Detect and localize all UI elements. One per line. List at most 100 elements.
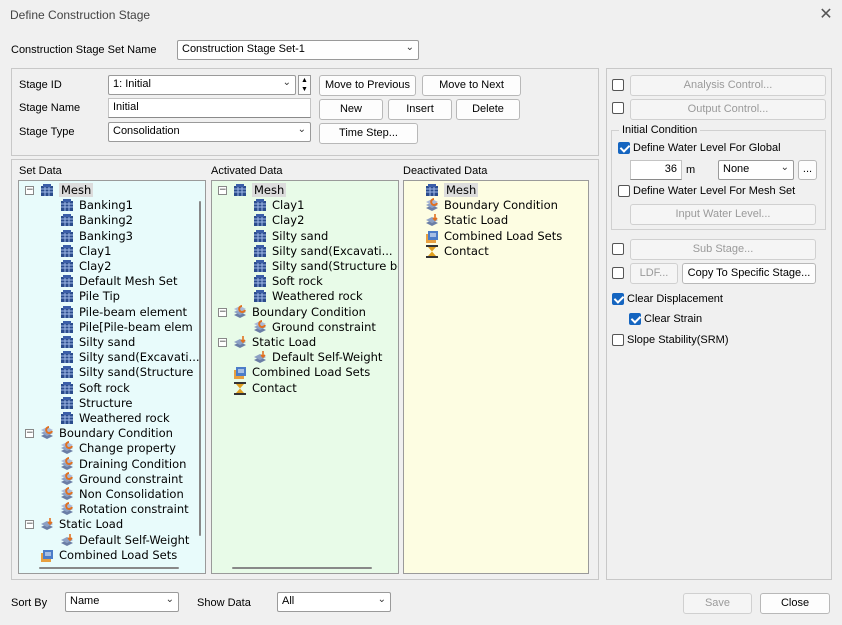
tree-item[interactable]: Banking2 (59, 213, 133, 228)
water-level-combo[interactable]: None ⌄ (718, 160, 794, 180)
define-water-global-checkbox[interactable] (618, 142, 630, 154)
tree-item[interactable]: Banking1 (59, 198, 133, 213)
tree-item[interactable]: Static Load (232, 335, 316, 350)
stage-id-combo[interactable]: 1: Initial ⌄ (108, 75, 296, 95)
tree-expander-icon[interactable]: − (25, 520, 34, 530)
horizontal-scrollbar[interactable] (232, 567, 372, 569)
spin-down-icon[interactable]: ▼ (299, 85, 310, 94)
output-control-checkbox[interactable] (612, 102, 624, 114)
new-button[interactable]: New (319, 99, 383, 120)
tree-item[interactable]: Ground constraint (59, 472, 183, 487)
tree-item[interactable]: Silty sand(Excavati... (252, 244, 393, 259)
stage-id-spinner[interactable]: ▲ ▼ (298, 75, 311, 95)
tree-item[interactable]: Default Self-Weight (252, 350, 382, 365)
tree-item[interactable]: Static Load (424, 213, 508, 228)
stage-type-combo[interactable]: Consolidation ⌄ (108, 122, 311, 142)
analysis-control-button[interactable]: Analysis Control... (630, 75, 826, 96)
close-button[interactable]: Close (760, 593, 830, 614)
tree-item[interactable]: Contact (424, 244, 489, 259)
sort-by-combo[interactable]: Name ⌄ (65, 592, 179, 612)
sub-stage-button[interactable]: Sub Stage... (630, 239, 816, 260)
tree-item[interactable]: Clay2 (252, 213, 304, 228)
sub-stage-checkbox[interactable] (612, 243, 624, 255)
tree-item[interactable]: Combined Load Sets (424, 229, 562, 244)
slope-stability-checkbox[interactable] (612, 334, 624, 346)
tree-item[interactable]: Pile-beam element (59, 305, 187, 320)
tree-item[interactable]: Banking3 (59, 229, 133, 244)
tree-item[interactable]: Silty sand (59, 335, 135, 350)
stage-set-combo[interactable]: Construction Stage Set-1 ⌄ (177, 40, 419, 60)
move-previous-button[interactable]: Move to Previous (319, 75, 416, 96)
tree-item[interactable]: Mesh (424, 183, 479, 198)
define-water-mesh-checkbox[interactable] (618, 185, 630, 197)
tree-item[interactable]: Boundary Condition (39, 426, 173, 441)
deactivated-data-tree[interactable]: Mesh Boundary Condition Static Load Combine… (403, 180, 589, 574)
save-button[interactable]: Save (683, 593, 752, 614)
tree-item[interactable]: Rotation constraint (59, 502, 189, 517)
insert-button[interactable]: Insert (388, 99, 452, 120)
move-next-button[interactable]: Move to Next (422, 75, 521, 96)
tree-item[interactable]: Weathered rock (252, 289, 363, 304)
input-water-level-button[interactable]: Input Water Level... (630, 204, 816, 225)
tree-item[interactable]: Clay1 (252, 198, 304, 213)
tree-item[interactable]: Silty sand (252, 229, 328, 244)
show-data-combo[interactable]: All ⌄ (277, 592, 391, 612)
tree-item[interactable]: Non Consolidation (59, 487, 184, 502)
tree-item[interactable]: Pile Tip (59, 289, 120, 304)
tree-item[interactable]: Silty sand(Structure bo (252, 259, 398, 274)
tree-item[interactable]: Change property (59, 441, 176, 456)
activated-data-tree[interactable]: − Mesh Clay1 Clay2 Silty sand Silty sand(Exca… (211, 180, 399, 574)
tree-item[interactable]: Boundary Condition (424, 198, 558, 213)
more-button[interactable]: ... (798, 160, 817, 180)
tree-item[interactable]: Boundary Condition (232, 305, 366, 320)
tree-item-label: Contact (444, 243, 489, 258)
tree-item[interactable]: Combined Load Sets (232, 365, 370, 380)
spin-up-icon[interactable]: ▲ (299, 76, 310, 85)
tree-item[interactable]: Mesh (232, 183, 287, 198)
tree-expander-icon[interactable]: − (25, 429, 34, 439)
tree-item[interactable]: Static Load (39, 517, 123, 532)
close-icon[interactable]: ✕ (816, 5, 836, 25)
chevron-down-icon: ⌄ (282, 77, 291, 88)
vertical-scrollbar[interactable] (199, 201, 201, 536)
clear-strain-checkbox[interactable] (629, 313, 641, 325)
tree-expander-icon[interactable]: − (218, 338, 227, 347)
output-control-button[interactable]: Output Control... (630, 99, 826, 120)
stage-name-field[interactable]: Initial (108, 98, 311, 118)
delete-button[interactable]: Delete (456, 99, 520, 120)
tree-item[interactable]: Clay2 (59, 259, 111, 274)
clear-displacement-checkbox[interactable] (612, 293, 624, 305)
boundary-icon (39, 426, 55, 441)
time-step-button[interactable]: Time Step... (319, 123, 418, 144)
analysis-control-checkbox[interactable] (612, 79, 624, 91)
mesh-icon (59, 320, 75, 335)
tree-item[interactable]: Silty sand(Excavati... (59, 350, 200, 365)
tree-expander-icon[interactable]: − (25, 186, 34, 195)
tree-item-label: Ground constraint (79, 471, 183, 486)
horizontal-scrollbar[interactable] (39, 567, 179, 569)
copy-specific-stage-button[interactable]: Copy To Specific Stage... (682, 263, 816, 284)
tree-item[interactable]: Clay1 (59, 244, 111, 259)
tree-item[interactable]: Draining Condition (59, 457, 186, 472)
chevron-down-icon: ⌄ (780, 162, 789, 173)
tree-item[interactable]: Pile[Pile-beam elem (59, 320, 193, 335)
tree-item[interactable]: Silty sand(Structure (59, 365, 193, 380)
tree-item[interactable]: Weathered rock (59, 411, 170, 426)
tree-item[interactable]: Soft rock (252, 274, 323, 289)
tree-expander-icon[interactable]: − (218, 186, 227, 195)
tree-item[interactable]: Mesh (39, 183, 94, 198)
set-data-tree[interactable]: − Mesh Banking1 Banking2 Banking3 Clay1 Clay2 D… (18, 180, 206, 574)
tree-item[interactable]: Default Self-Weight (59, 533, 189, 548)
tree-item[interactable]: Soft rock (59, 381, 130, 396)
tree-item[interactable]: Contact (232, 381, 297, 396)
tree-item[interactable]: Combined Load Sets (39, 548, 177, 563)
tree-item-label: Default Self-Weight (79, 532, 190, 547)
ldf-checkbox[interactable] (612, 267, 624, 279)
tree-item[interactable]: Ground constraint (252, 320, 376, 335)
tree-expander-icon[interactable]: − (218, 307, 227, 317)
tree-item-label: Pile[Pile-beam elem (79, 319, 193, 334)
ldf-button[interactable]: LDF... (630, 263, 678, 284)
water-level-field[interactable]: 36 (630, 160, 682, 180)
tree-item[interactable]: Structure (59, 396, 133, 411)
tree-item[interactable]: Default Mesh Set (59, 274, 178, 289)
